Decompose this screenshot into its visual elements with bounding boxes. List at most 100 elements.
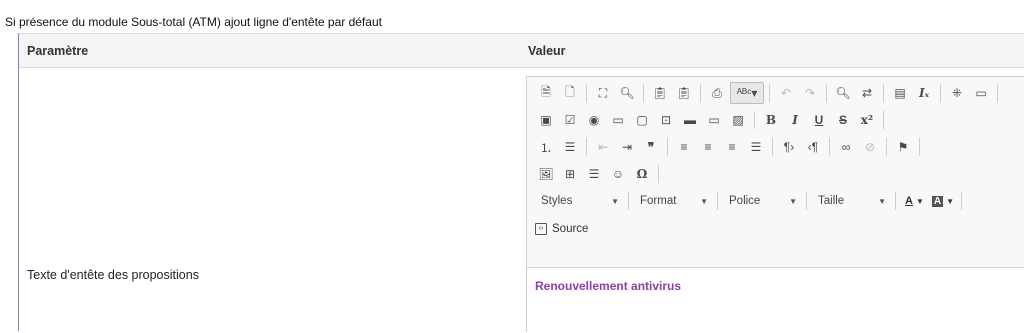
separator <box>643 84 644 102</box>
numbered-list-icon[interactable]: ⒈ <box>535 136 557 158</box>
find-icon[interactable]: 🔍︎ <box>832 82 854 104</box>
smiley-icon[interactable]: ☺ <box>607 163 629 185</box>
source-icon: ‹› <box>535 223 547 235</box>
templates-icon[interactable]: ▭ <box>970 82 992 104</box>
chevron-down-icon: ▼ <box>946 196 955 206</box>
bg-color-icon: A <box>931 195 944 207</box>
remove-format-icon[interactable]: Iₓ <box>913 82 935 104</box>
textarea-icon[interactable]: ▢ <box>631 109 653 131</box>
new-page-icon[interactable]: 🗋 <box>559 82 581 104</box>
replace-icon[interactable]: ⇄ <box>856 82 878 104</box>
text-color-icon: A <box>905 195 913 207</box>
checkbox-icon[interactable]: ☑ <box>559 109 581 131</box>
intro-text: Si présence du module Sous-total (ATM) a… <box>5 15 382 29</box>
redo-icon[interactable]: ↷ <box>799 82 821 104</box>
button-icon[interactable]: ▬ <box>679 109 701 131</box>
styles-label: Styles <box>541 195 573 207</box>
separator <box>883 111 884 129</box>
source-button[interactable]: ‹› Source <box>535 223 588 235</box>
styles-combo[interactable]: Styles ▼ <box>535 191 625 211</box>
settings-table: Paramètre Valeur Texte d'entête des prop… <box>18 33 1024 333</box>
editor-content-text[interactable]: Renouvellement antivirus <box>535 279 681 293</box>
save-icon[interactable]: 🗎 <box>535 82 557 104</box>
strike-icon[interactable]: S <box>832 109 854 131</box>
bg-color-button[interactable]: A ▼ <box>928 195 958 207</box>
toolbar-row-3: ⒈ ☰ ⇤ ⇥ ❞ ≡ ≡ ≡ ☰ ¶› ‹¶ ∞ ⊘ ⚑ <box>535 135 925 159</box>
horizontal-rule-icon[interactable]: ☰ <box>583 163 605 185</box>
chevron-down-icon: ▼ <box>789 196 797 206</box>
toolbar-row-2: ▣ ☑ ◉ ▭ ▢ ⊡ ▬ ▭ ▨ B I U S x² <box>535 108 889 132</box>
link-icon[interactable]: ∞ <box>835 136 857 158</box>
textfield-icon[interactable]: ▭ <box>607 109 629 131</box>
superscript-icon[interactable]: x² <box>856 109 878 131</box>
chevron-down-icon: ▼ <box>700 196 708 206</box>
separator <box>628 192 629 210</box>
table-icon[interactable]: ⊞ <box>559 163 581 185</box>
ltr-icon[interactable]: ¶› <box>778 136 800 158</box>
separator <box>769 84 770 102</box>
header-param: Paramètre <box>27 44 89 58</box>
size-combo[interactable]: Taille ▼ <box>812 191 892 211</box>
select-field-icon[interactable]: ⊡ <box>655 109 677 131</box>
rich-text-editor: 🗎 🗋 ⛶ 🔍︎ 📋︎ 📋︎ ⎙ ᴬᴮᶜ▾ ↶ ↷ 🔍︎ ⇄ ▤ Iₓ ⁜ ▭ … <box>526 76 1024 333</box>
separator <box>829 138 830 156</box>
paste-word-icon[interactable]: 📋︎ <box>673 82 695 104</box>
separator <box>658 165 659 183</box>
toolbar-row-4: 🖼︎ ⊞ ☰ ☺ Ω <box>535 162 664 186</box>
toolbar-row-1: 🗎 🗋 ⛶ 🔍︎ 📋︎ 📋︎ ⎙ ᴬᴮᶜ▾ ↶ ↷ 🔍︎ ⇄ ▤ Iₓ ⁜ ▭ <box>535 81 1003 105</box>
separator <box>700 84 701 102</box>
separator <box>586 84 587 102</box>
rtl-icon[interactable]: ‹¶ <box>802 136 824 158</box>
indent-icon[interactable]: ⇥ <box>616 136 638 158</box>
font-label: Police <box>729 195 761 207</box>
align-justify-icon[interactable]: ☰ <box>745 136 767 158</box>
image-button-icon[interactable]: ▭ <box>703 109 725 131</box>
spellcheck-icon[interactable]: ᴬᴮᶜ▾ <box>730 82 764 104</box>
editor-content-area[interactable]: Renouvellement antivirus <box>527 267 1024 333</box>
format-label: Format <box>640 195 677 207</box>
separator <box>772 138 773 156</box>
separator <box>883 84 884 102</box>
source-label: Source <box>552 223 589 235</box>
undo-icon[interactable]: ↶ <box>775 82 797 104</box>
chevron-down-icon: ▼ <box>915 196 924 206</box>
print-icon[interactable]: ⎙ <box>706 82 728 104</box>
bold-icon[interactable]: B <box>760 109 782 131</box>
italic-icon[interactable]: I <box>784 109 806 131</box>
form-icon[interactable]: ▣ <box>535 109 557 131</box>
outdent-icon[interactable]: ⇤ <box>592 136 614 158</box>
align-right-icon[interactable]: ≡ <box>721 136 743 158</box>
text-color-button[interactable]: A ▼ <box>901 195 928 207</box>
font-combo[interactable]: Police ▼ <box>723 191 803 211</box>
separator <box>895 192 896 210</box>
format-combo[interactable]: Format ▼ <box>634 191 714 211</box>
align-left-icon[interactable]: ≡ <box>673 136 695 158</box>
separator <box>754 111 755 129</box>
separator <box>667 138 668 156</box>
separator <box>919 138 920 156</box>
table-header: Paramètre Valeur <box>19 34 1024 68</box>
separator <box>886 138 887 156</box>
blockquote-icon[interactable]: ❞ <box>640 136 662 158</box>
image-icon[interactable]: 🖼︎ <box>535 163 557 185</box>
maximize-icon[interactable]: ⛶ <box>592 82 614 104</box>
radio-icon[interactable]: ◉ <box>583 109 605 131</box>
toolbar-row-6: ‹› Source <box>535 217 588 241</box>
chevron-down-icon: ▼ <box>611 196 619 206</box>
paste-icon[interactable]: 📋︎ <box>649 82 671 104</box>
underline-icon[interactable]: U <box>808 109 830 131</box>
hidden-field-icon[interactable]: ▨ <box>727 109 749 131</box>
separator <box>586 138 587 156</box>
separator <box>997 84 998 102</box>
bulleted-list-icon[interactable]: ☰ <box>559 136 581 158</box>
preview-icon[interactable]: 🔍︎ <box>616 82 638 104</box>
unlink-icon[interactable]: ⊘ <box>859 136 881 158</box>
select-all-icon[interactable]: ▤ <box>889 82 911 104</box>
separator <box>717 192 718 210</box>
align-center-icon[interactable]: ≡ <box>697 136 719 158</box>
special-char-icon[interactable]: Ω <box>631 163 653 185</box>
show-blocks-icon[interactable]: ⁜ <box>946 82 968 104</box>
anchor-icon[interactable]: ⚑ <box>892 136 914 158</box>
header-value: Valeur <box>528 44 566 58</box>
size-label: Taille <box>818 195 845 207</box>
